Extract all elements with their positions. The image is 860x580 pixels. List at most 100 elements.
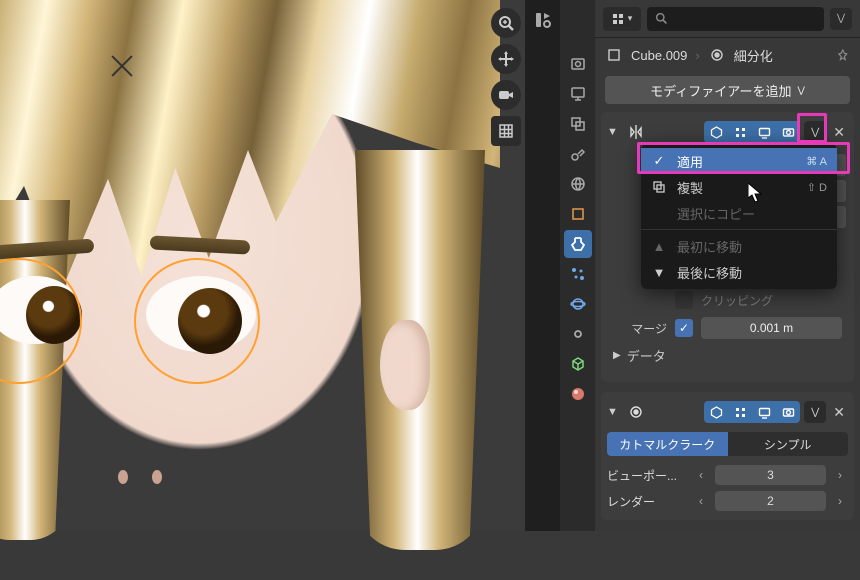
modifier-bc-icon — [708, 46, 726, 64]
on-cage-toggle-2[interactable] — [704, 401, 728, 423]
scene-tab-icon[interactable] — [564, 140, 592, 168]
breadcrumb-sep: › — [695, 48, 699, 63]
triangle-up-icon: ▲ — [651, 239, 667, 254]
decrease-viewport-levels[interactable]: ‹ — [693, 468, 709, 482]
render-levels-row: レンダー ‹ 2 › — [607, 488, 848, 514]
edit-mode-toggle-2[interactable] — [728, 401, 752, 423]
merge-distance-field[interactable]: 0.001 m — [701, 317, 842, 339]
data-section-toggle[interactable]: ▶ データ — [613, 342, 842, 368]
simple-button[interactable]: シンプル — [728, 432, 849, 456]
menu-duplicate-label: 複製 — [677, 178, 703, 197]
catmull-clark-button[interactable]: カトマルクラーク — [607, 432, 728, 456]
render-toggle[interactable] — [776, 121, 800, 143]
menu-duplicate-shortcut: ⇧ D — [807, 181, 827, 194]
particle-tab-icon[interactable] — [564, 260, 592, 288]
clipping-label: クリッピング — [701, 292, 773, 309]
merge-row: マージ ✓ 0.001 m — [613, 314, 842, 342]
modifier2-extras-dropdown[interactable]: ⋁ — [804, 401, 826, 423]
duplicate-icon — [651, 181, 667, 193]
object-tab-icon[interactable] — [564, 200, 592, 228]
viewport-3d[interactable] — [0, 0, 525, 531]
check-icon: ✓ — [651, 153, 667, 169]
output-tab-icon[interactable] — [564, 80, 592, 108]
menu-duplicate[interactable]: 複製 ⇧ D — [641, 174, 837, 200]
disclosure-triangle[interactable]: ▼ — [607, 126, 621, 138]
increase-render-levels[interactable]: › — [832, 494, 848, 508]
menu-move-last-label: 最後に移動 — [677, 263, 742, 282]
perspective-icon[interactable] — [491, 116, 521, 146]
property-search[interactable] — [647, 7, 824, 31]
tool-options-icon[interactable] — [529, 6, 557, 34]
menu-copy-label: 選択にコピー — [677, 204, 755, 223]
viewport-levels-label: ビューポー... — [607, 467, 687, 484]
modifier2-visibility-toggles — [704, 401, 800, 423]
render-levels-label: レンダー — [607, 493, 687, 510]
model-nostril-r — [152, 470, 162, 484]
menu-copy-to-selected[interactable]: 選択にコピー — [641, 200, 837, 226]
viewlayer-tab-icon[interactable] — [564, 110, 592, 138]
material-tab-icon[interactable] — [564, 380, 592, 408]
viewport-levels-value[interactable]: 3 — [715, 465, 826, 485]
menu-separator — [641, 229, 837, 230]
render-tab-icon[interactable] — [564, 50, 592, 78]
properties-sidebar: ▾ ⋁ Cube.009 › 細分化 モディファイアーを追加 ⋁ ▼ — [525, 0, 860, 531]
realtime-toggle[interactable] — [752, 121, 776, 143]
clipping-checkbox[interactable] — [675, 291, 693, 309]
constraint-tab-icon[interactable] — [564, 320, 592, 348]
triangle-down-icon: ▼ — [651, 265, 667, 280]
editor-type-column — [525, 0, 560, 531]
render-levels-value[interactable]: 2 — [715, 491, 826, 511]
modifier-header: ▼ ⋁ ✕ — [607, 118, 848, 146]
menu-apply-label: 適用 — [677, 152, 703, 171]
subsurf-type-segment: カトマルクラーク シンプル — [607, 432, 848, 456]
disclosure-triangle-2[interactable]: ▼ — [607, 406, 621, 418]
properties-header: ▾ ⋁ — [595, 0, 860, 38]
world-tab-icon[interactable] — [564, 170, 592, 198]
decrease-render-levels[interactable]: ‹ — [693, 494, 709, 508]
modifier-extras-dropdown[interactable]: ⋁ — [804, 121, 826, 143]
menu-move-first-label: 最初に移動 — [677, 237, 742, 256]
clipping-row: クリッピング — [613, 286, 842, 314]
edit-mode-toggle[interactable] — [728, 121, 752, 143]
camera-icon[interactable] — [491, 80, 521, 110]
menu-apply[interactable]: ✓ 適用 ⌘ A — [641, 148, 837, 174]
modifier2-header: ▼ ⋁ ✕ — [607, 398, 848, 426]
subsurf-modifier-panel: ▼ ⋁ ✕ カトマルクラーク シンプル ビューポー... ‹ 3 — [601, 392, 854, 520]
mirror-modifier-panel: ▼ ⋁ ✕ ✓ 適用 ⌘ A — [601, 112, 854, 382]
zoom-icon[interactable] — [491, 8, 521, 38]
property-tabs-column — [560, 0, 595, 531]
mirror-modifier-icon — [625, 121, 647, 143]
modifier2-close-icon[interactable]: ✕ — [830, 404, 848, 421]
3d-cursor — [112, 52, 140, 80]
model-ear — [380, 320, 430, 410]
realtime-toggle-2[interactable] — [752, 401, 776, 423]
model-nostril-l — [118, 470, 128, 484]
viewport-levels-row: ビューポー... ‹ 3 › — [607, 462, 848, 488]
physics-tab-icon[interactable] — [564, 290, 592, 318]
add-modifier-dropdown[interactable]: モディファイアーを追加 ⋁ — [605, 76, 850, 104]
merge-label: マージ — [613, 320, 667, 337]
modifier-dropdown-menu: ✓ 適用 ⌘ A 複製 ⇧ D 選択にコピー ▲ 最初に移動 — [641, 144, 837, 289]
breadcrumb-object: Cube.009 — [631, 48, 687, 63]
editor-type-dropdown[interactable]: ▾ — [603, 7, 641, 31]
data-section-label: データ — [627, 346, 666, 365]
object-icon — [605, 46, 623, 64]
increase-viewport-levels[interactable]: › — [832, 468, 848, 482]
on-cage-toggle[interactable] — [704, 121, 728, 143]
data-tab-icon[interactable] — [564, 350, 592, 378]
pin-icon[interactable] — [836, 48, 850, 62]
modifier-close-icon[interactable]: ✕ — [830, 124, 848, 141]
add-modifier-label: モディファイアーを追加 — [650, 81, 791, 100]
move-icon[interactable] — [491, 44, 521, 74]
modifier-tab-icon[interactable] — [564, 230, 592, 258]
properties-panel: ▾ ⋁ Cube.009 › 細分化 モディファイアーを追加 ⋁ ▼ — [595, 0, 860, 531]
merge-checkbox[interactable]: ✓ — [675, 319, 693, 337]
filter-dropdown[interactable]: ⋁ — [830, 8, 852, 30]
breadcrumb-modifier: 細分化 — [734, 46, 773, 65]
selection-ring-r — [134, 258, 260, 384]
menu-apply-shortcut: ⌘ A — [806, 155, 827, 168]
modifier-visibility-toggles — [704, 121, 800, 143]
menu-move-last[interactable]: ▼ 最後に移動 — [641, 259, 837, 285]
render-toggle-2[interactable] — [776, 401, 800, 423]
menu-move-first[interactable]: ▲ 最初に移動 — [641, 233, 837, 259]
